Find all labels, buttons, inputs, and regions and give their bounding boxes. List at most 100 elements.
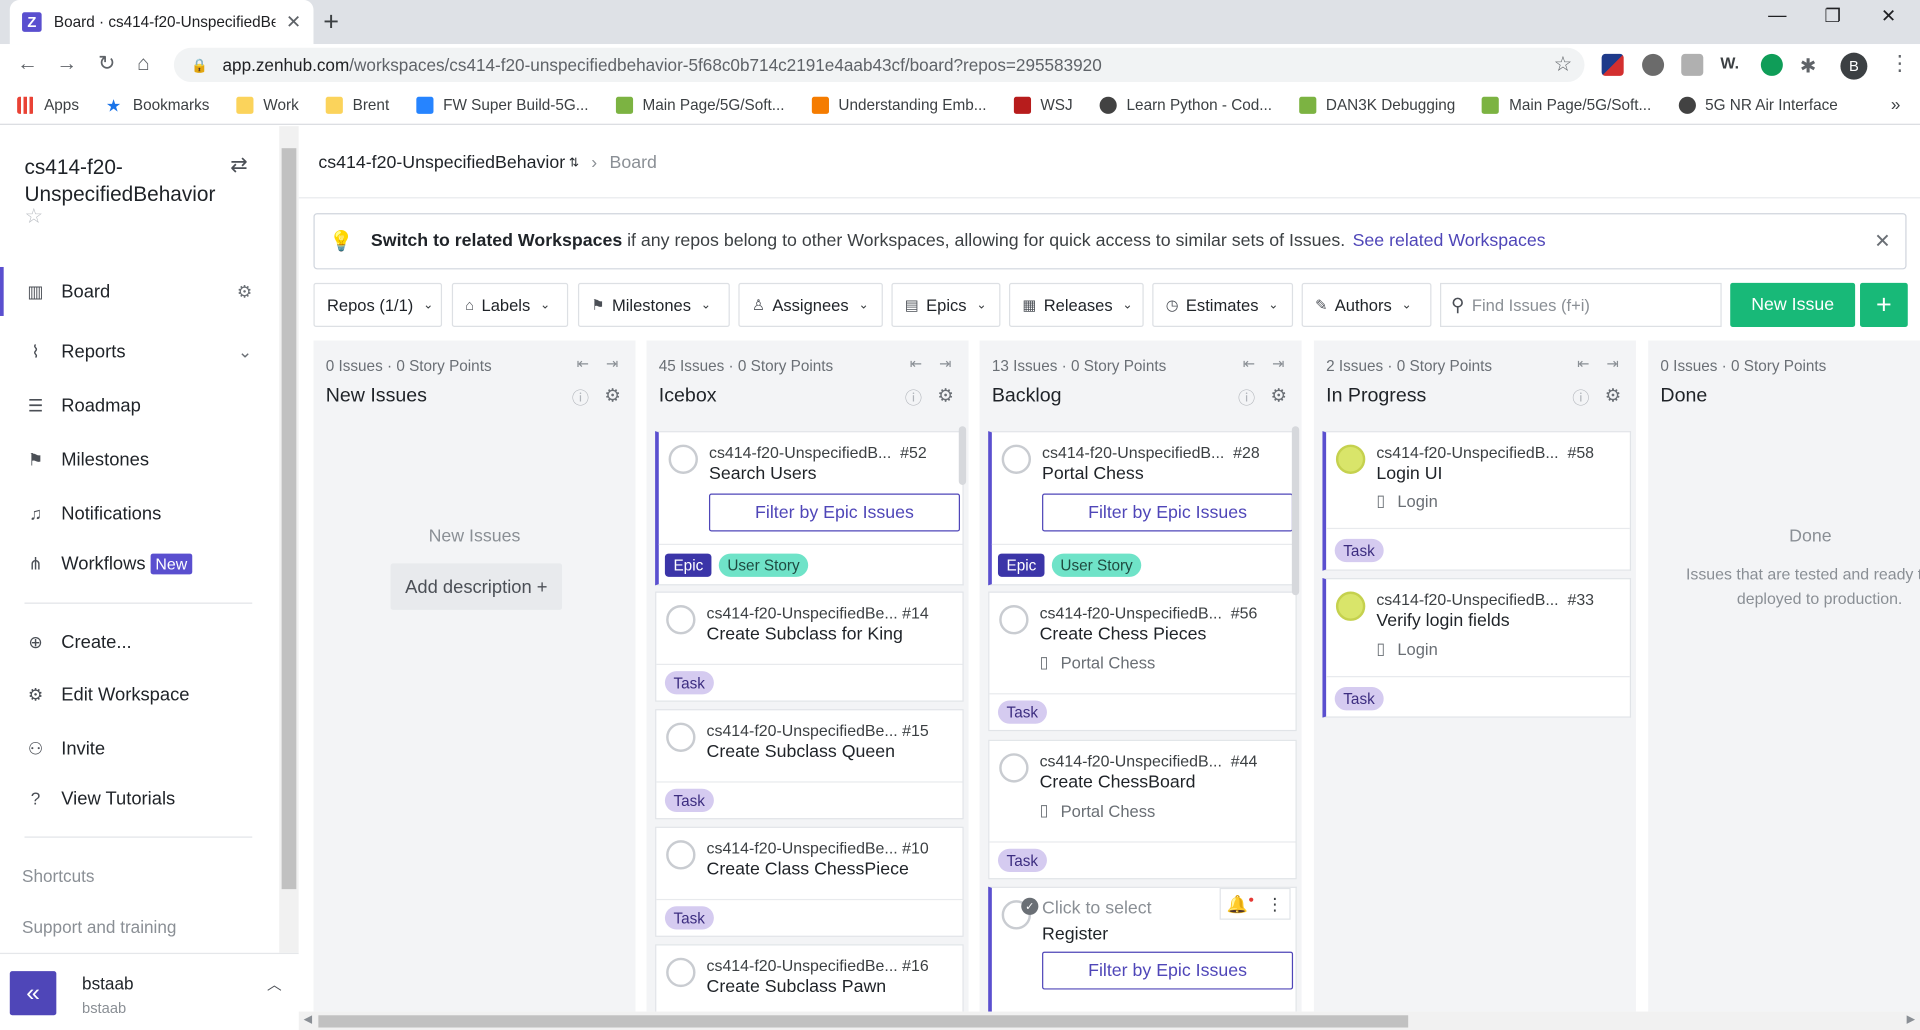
collapse-pipeline-icon[interactable]: ⇥	[606, 355, 618, 372]
scroll-right-icon[interactable]: ▶	[1907, 1013, 1915, 1026]
more-options-icon[interactable]: ⋮	[1266, 893, 1283, 914]
issue-card[interactable]: cs414-f20-UnspecifiedBe... #15 Create Su…	[655, 709, 964, 820]
issue-card[interactable]: cs414-f20-UnspecifiedBe... #16 Create Su…	[655, 944, 964, 1012]
parent-epic[interactable]: ▯ Login	[1376, 639, 1437, 659]
collapse-left-icon[interactable]: ⇤	[1577, 355, 1589, 372]
chevron-up-icon[interactable]: ︿	[267, 974, 282, 995]
issue-card[interactable]: cs414-f20-UnspecifiedBe... #14 Create Su…	[655, 591, 964, 702]
milestones-filter[interactable]: ⚑ Milestones ⌄	[577, 282, 730, 327]
profile-avatar[interactable]: B	[1840, 52, 1868, 80]
collapse-pipeline-icon[interactable]: ⇥	[1272, 355, 1284, 372]
info-icon[interactable]: ⓘ	[572, 386, 589, 410]
bookmark-item[interactable]: Work	[236, 96, 299, 114]
new-issue-button[interactable]: New Issue	[1730, 282, 1856, 327]
extension-flag-icon[interactable]	[1601, 53, 1624, 76]
minimize-icon[interactable]: —	[1768, 5, 1786, 26]
filter-by-epic-button[interactable]: Filter by Epic Issues	[708, 493, 961, 532]
click-to-select-text[interactable]: Click to select	[1042, 899, 1152, 919]
sort-caret-icon[interactable]: ⇅	[569, 156, 579, 169]
bookmark-item[interactable]: 5G NR Air Interface	[1678, 96, 1838, 114]
window-close-icon[interactable]: ✕	[1881, 5, 1896, 27]
close-icon[interactable]: ✕	[1874, 229, 1890, 253]
label-task[interactable]: Task	[997, 700, 1047, 724]
gear-icon[interactable]: ⚙	[604, 385, 620, 407]
favorite-star-icon[interactable]: ☆	[24, 205, 43, 229]
scrollbar-thumb[interactable]	[318, 1015, 1409, 1028]
notification-bell-icon[interactable]: 🔔●	[1227, 893, 1254, 914]
workspace-name[interactable]: cs414-f20-UnspecifiedBehavior	[24, 154, 232, 208]
issue-card[interactable]: cs414-f20-UnspecifiedB... #28 Portal Che…	[988, 431, 1297, 586]
sidebar-item-view-tutorials[interactable]: ? View Tutorials	[0, 774, 279, 823]
sidebar-scrollbar[interactable]	[279, 126, 299, 953]
extension-grey-icon[interactable]	[1681, 53, 1704, 76]
see-related-workspaces-link[interactable]: See related Workspaces	[1353, 231, 1546, 251]
sidebar-item-milestones[interactable]: ⚑ Milestones	[0, 435, 279, 484]
bookmark-star-icon[interactable]: ☆	[1554, 53, 1573, 77]
label-task[interactable]: Task	[1334, 538, 1384, 563]
sidebar-item-board[interactable]: ▥ Board ⚙	[0, 266, 279, 316]
bookmark-item[interactable]: FW Super Build-5G...	[416, 96, 589, 114]
label-task[interactable]: Task	[1334, 687, 1384, 711]
sidebar-item-workflows[interactable]: ⋔ Workflows New	[0, 539, 279, 588]
collapse-pipeline-icon[interactable]: ⇥	[1606, 355, 1618, 372]
gear-icon[interactable]: ⚙	[1270, 385, 1286, 407]
bookmark-item[interactable]: Understanding Emb...	[811, 96, 986, 114]
issue-card[interactable]: cs414-f20-UnspecifiedB... #56 Create Che…	[988, 591, 1297, 732]
new-tab-icon[interactable]: +	[323, 6, 339, 38]
board-settings-icon[interactable]: ⚙	[237, 281, 252, 302]
issue-card-hovered[interactable]: ✓ Click to select 🔔● ⋮ Register Filter b…	[988, 886, 1297, 1012]
shortcuts-link[interactable]: Shortcuts	[22, 866, 94, 886]
collapse-left-icon[interactable]: ⇤	[577, 355, 589, 372]
extension-green-icon[interactable]	[1760, 53, 1783, 76]
issue-card[interactable]: cs414-f20-UnspecifiedB... #44 Create Che…	[988, 739, 1297, 880]
address-bar[interactable]: 🔒 app.zenhub.com/workspaces/cs414-f20-un…	[173, 47, 1585, 83]
info-icon[interactable]: ⓘ	[1238, 386, 1255, 410]
label-task[interactable]: Task	[664, 906, 714, 930]
gear-icon[interactable]: ⚙	[1605, 385, 1621, 407]
bookmark-item[interactable]: DAN3K Debugging	[1298, 96, 1455, 114]
bookmarks-overflow-icon[interactable]: »	[1891, 94, 1901, 114]
user-name[interactable]: bstaab	[82, 974, 133, 994]
pipeline-scrollbar[interactable]	[1291, 426, 1300, 596]
bookmark-item[interactable]: WSJ	[1013, 96, 1073, 114]
info-icon[interactable]: ⓘ	[905, 386, 922, 410]
gear-icon[interactable]: ⚙	[937, 385, 953, 407]
browser-tab[interactable]: Z Board · cs414-f20-UnspecifiedBe ✕	[9, 0, 314, 45]
label-user-story[interactable]: User Story	[1051, 553, 1142, 577]
select-check-icon[interactable]: ✓	[1021, 897, 1039, 915]
reload-icon[interactable]: ↻	[98, 51, 115, 75]
parent-epic[interactable]: ▯ Portal Chess	[1040, 801, 1156, 821]
board-horizontal-scrollbar[interactable]: ◀ ▶	[298, 1011, 1920, 1030]
label-task[interactable]: Task	[664, 671, 714, 695]
issue-card[interactable]: cs414-f20-UnspecifiedB... #33 Verify log…	[1322, 578, 1632, 718]
sidebar-item-invite[interactable]: ⚇ Invite	[0, 724, 279, 773]
collapse-left-icon[interactable]: ⇤	[910, 355, 922, 372]
issue-card[interactable]: cs414-f20-UnspecifiedB... #52 Search Use…	[655, 431, 964, 586]
authors-filter[interactable]: ✎ Authors ⌄	[1301, 282, 1432, 327]
sidebar-item-reports[interactable]: ⌇ Reports ⌄	[0, 327, 279, 376]
label-epic[interactable]: Epic	[997, 553, 1045, 577]
labels-filter[interactable]: ⌂ Labels ⌄	[451, 282, 569, 327]
browser-menu-icon[interactable]: ⋮	[1889, 51, 1910, 75]
chevron-down-icon[interactable]: ⌄	[238, 341, 252, 362]
bookmark-item[interactable]: Brent	[325, 96, 389, 114]
extensions-puzzle-icon[interactable]: ✱	[1800, 54, 1822, 77]
sidebar-item-roadmap[interactable]: ☰ Roadmap	[0, 381, 279, 430]
issue-card[interactable]: cs414-f20-UnspecifiedB... #58 Login UI ▯…	[1322, 431, 1632, 571]
support-link[interactable]: Support and training	[22, 917, 176, 937]
bookmark-item[interactable]: Main Page/5G/Soft...	[1482, 96, 1651, 114]
forward-icon[interactable]: →	[56, 51, 77, 75]
parent-epic[interactable]: ▯ Login	[1376, 491, 1437, 511]
sidebar-item-create[interactable]: ⊕ Create...	[0, 617, 279, 666]
add-description-button[interactable]: Add description +	[390, 563, 563, 610]
releases-filter[interactable]: ▦ Releases ⌄	[1008, 282, 1144, 327]
sidebar-item-edit-workspace[interactable]: ⚙ Edit Workspace	[0, 670, 279, 719]
repos-filter[interactable]: Repos (1/1) ⌄	[313, 282, 443, 327]
filter-by-epic-button[interactable]: Filter by Epic Issues	[1042, 493, 1294, 532]
collapse-pipeline-icon[interactable]: ⇥	[939, 355, 951, 372]
epics-filter[interactable]: ▤ Epics ⌄	[891, 282, 1001, 327]
filter-by-epic-button[interactable]: Filter by Epic Issues	[1042, 951, 1294, 990]
assignees-filter[interactable]: ♙ Assignees ⌄	[738, 282, 883, 327]
scrollbar-thumb[interactable]	[281, 148, 297, 890]
pipeline-scrollbar[interactable]	[958, 426, 967, 485]
